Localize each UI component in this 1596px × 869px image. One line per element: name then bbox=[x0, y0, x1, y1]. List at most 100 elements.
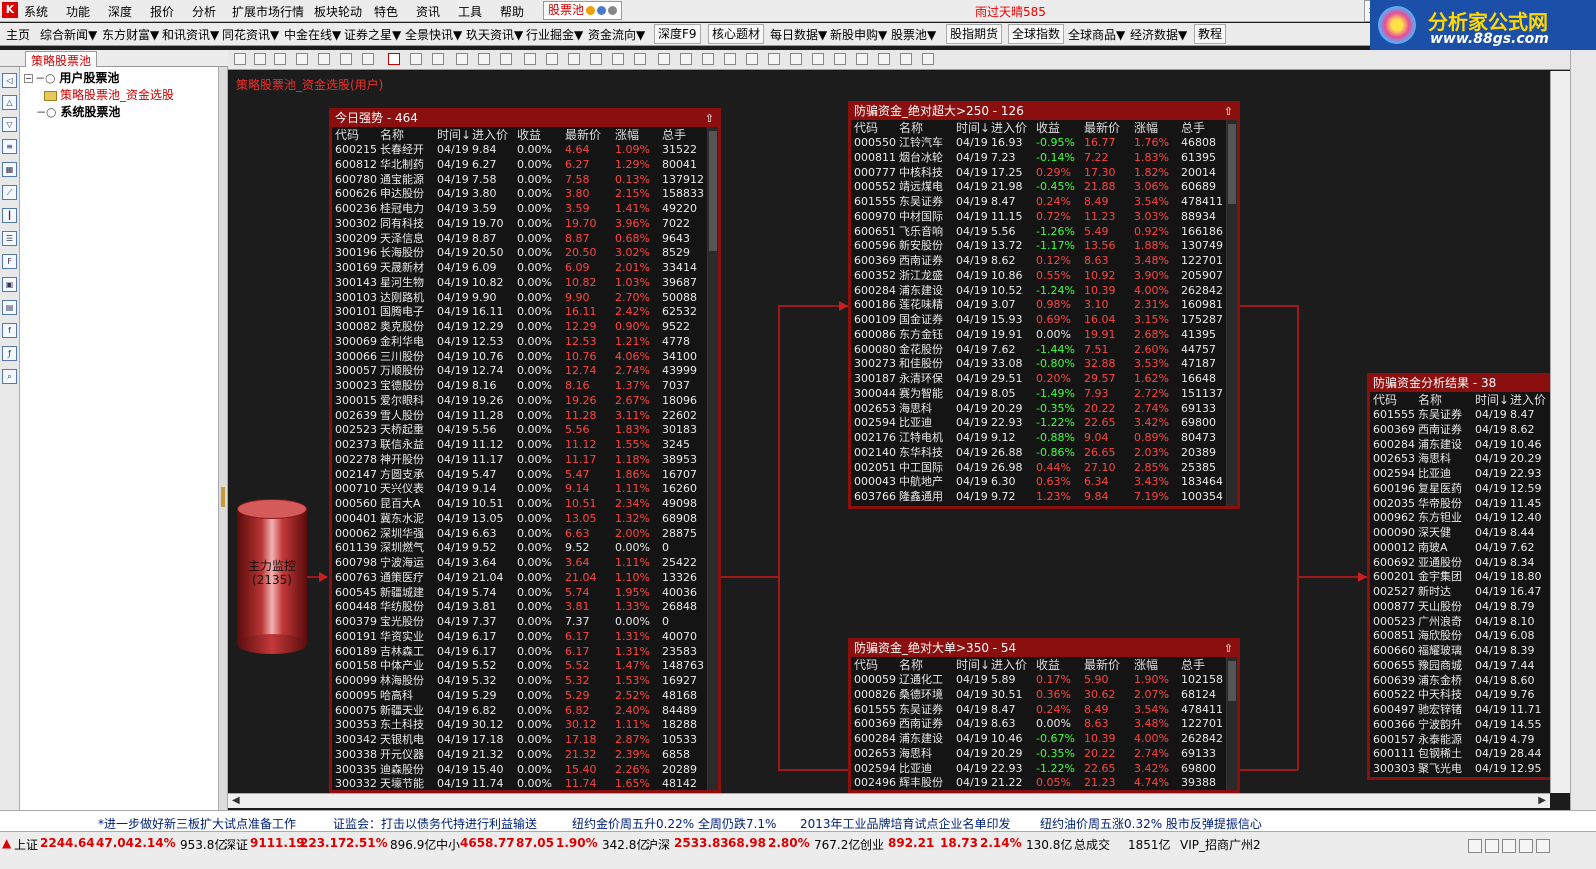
table-row[interactable]: 600086 东方金钰 04/19 19.91 0.00% 19.91 2.68% 41395 bbox=[851, 328, 1225, 343]
align-middle-icon[interactable] bbox=[812, 53, 824, 65]
table-row[interactable]: 300353 东土科技 04/19 30.12 0.00% 30.12 1.11% 18288 bbox=[332, 718, 706, 733]
vertical-scrollbar[interactable] bbox=[1226, 657, 1237, 790]
pause-icon[interactable] bbox=[340, 53, 352, 65]
table-row[interactable]: 002594 比亚迪 04/19 22.93 -1.22% 22.65 3.42% 69800 bbox=[851, 416, 1225, 431]
align-left-icon[interactable] bbox=[724, 53, 736, 65]
news-item[interactable]: 2013年工业品牌培育试点企业名单印发 bbox=[800, 815, 1011, 832]
table-row[interactable]: 600812 华北制药 04/19 6.27 0.00% 6.27 1.29% 80041 bbox=[332, 158, 706, 173]
alert-icon[interactable] bbox=[1502, 839, 1516, 853]
search-icon[interactable]: ⌕ bbox=[2, 369, 17, 384]
scroll-thumb[interactable] bbox=[1228, 661, 1236, 701]
table-row[interactable]: 600080 金花股份 04/19 7.62 -1.44% 7.51 2.60% 44757 bbox=[851, 343, 1225, 358]
align-bottom-icon[interactable] bbox=[834, 53, 846, 65]
table-row[interactable]: 002176 江特电机 04/19 9.12 -0.88% 9.04 0.89% 80473 bbox=[851, 431, 1225, 446]
table-row[interactable]: 601139 深圳燃气 04/19 9.52 0.00% 9.52 0.00% 0 bbox=[332, 541, 706, 556]
table-row[interactable]: 002278 神开股份 04/19 11.17 0.00% 11.17 1.18% 38953 bbox=[332, 453, 706, 468]
distribute-v-icon[interactable] bbox=[878, 53, 890, 65]
pointer-tool-icon[interactable] bbox=[388, 53, 400, 65]
panel-big-order[interactable]: 防骗资金_绝对大单>350 - 54 ⇧ 代码 名称 时间↓ 进入价 收益 最新价 涨幅 总手 … bbox=[848, 638, 1240, 793]
menu-extended-market[interactable]: 扩展市场行情 bbox=[232, 3, 304, 20]
network-icon[interactable] bbox=[1519, 839, 1533, 853]
print-icon[interactable] bbox=[680, 53, 692, 65]
curve-tool-icon[interactable] bbox=[634, 53, 646, 65]
tb-eastmoney[interactable]: 东方财富▼ bbox=[102, 26, 159, 43]
menu-sector-rotation[interactable]: 板块轮动 bbox=[314, 3, 362, 20]
news-item[interactable]: *进一步做好新三板扩大试点准备工作 bbox=[98, 815, 296, 832]
table-row[interactable]: 601555 东吴证券 04/19 8.47 bbox=[1370, 408, 1552, 423]
table-row[interactable]: 600095 哈高科 04/19 5.29 0.00% 5.29 2.52% 48168 bbox=[332, 689, 706, 704]
function-icon[interactable]: ƒ bbox=[2, 346, 17, 361]
ellipse-tool-icon[interactable] bbox=[590, 53, 602, 65]
table-row[interactable]: 300338 开元仪器 04/19 21.32 0.00% 21.32 2.39% 6858 bbox=[332, 748, 706, 763]
link-tool-icon[interactable] bbox=[478, 53, 490, 65]
table-row[interactable]: 600780 通宝能源 04/19 7.58 0.00% 7.58 0.13% 137912 bbox=[332, 173, 706, 188]
table-row[interactable]: 000062 深圳华强 04/19 6.63 0.00% 6.63 2.00% 28875 bbox=[332, 527, 706, 542]
table-row[interactable]: 300302 同有科技 04/19 19.70 0.00% 19.70 3.96% 7022 bbox=[332, 217, 706, 232]
table-row[interactable]: 300332 天壕节能 04/19 11.74 0.00% 11.74 1.65% 48142 bbox=[332, 777, 706, 790]
table-row[interactable]: 002035 华帝股份 04/19 11.45 bbox=[1370, 497, 1552, 512]
shape-tool-icon[interactable] bbox=[410, 53, 422, 65]
table-row[interactable]: 600369 西南证券 04/19 8.62 bbox=[1370, 423, 1552, 438]
table-row[interactable]: 600201 金宇集团 04/19 18.80 bbox=[1370, 570, 1552, 585]
table-row[interactable]: 300066 三川股份 04/19 10.76 0.00% 10.76 4.06% 34100 bbox=[332, 350, 706, 365]
table-row[interactable]: 600186 莲花味精 04/19 3.07 0.98% 3.10 2.31% 160981 bbox=[851, 298, 1225, 313]
col-header-time[interactable]: 时间↓ bbox=[956, 120, 991, 136]
col-header-entry-price[interactable]: 进入价 bbox=[991, 120, 1036, 136]
table-row[interactable]: 600626 申达股份 04/19 3.80 0.00% 3.80 2.15% 158833 bbox=[332, 187, 706, 202]
table-row[interactable]: 600369 西南证券 04/19 8.62 0.12% 8.63 3.48% 122701 bbox=[851, 254, 1225, 269]
table-row[interactable]: 000523 广州浪奇 04/19 8.10 bbox=[1370, 615, 1552, 630]
table-row[interactable]: 300169 天晟新材 04/19 6.09 0.00% 6.09 2.01% 33414 bbox=[332, 261, 706, 276]
tb-p5w[interactable]: 全景快讯▼ bbox=[405, 26, 462, 43]
vertical-scrollbar[interactable] bbox=[707, 127, 718, 790]
col-header-name[interactable]: 名称 bbox=[899, 120, 956, 136]
stop-icon[interactable] bbox=[362, 53, 374, 65]
cy-label[interactable]: 创业 bbox=[860, 836, 884, 853]
table-row[interactable]: 300303 聚飞光电 04/19 12.95 bbox=[1370, 762, 1552, 777]
col-header-name[interactable]: 名称 bbox=[380, 127, 437, 143]
collapse-icon[interactable]: − bbox=[24, 74, 33, 83]
table-row[interactable]: 000710 天兴仪表 04/19 9.14 0.00% 9.14 1.11% 16260 bbox=[332, 482, 706, 497]
tb-depth-f9[interactable]: 深度F9 bbox=[654, 24, 701, 44]
power-icon[interactable] bbox=[1536, 839, 1550, 853]
panel-today-strong[interactable]: 今日强势 - 464 ⇧ 代码 名称 时间↓ 进入价 收益 最新价 涨幅 总手 600215 长春… bbox=[329, 108, 721, 793]
scroll-left-icon[interactable]: ◀ bbox=[232, 795, 240, 806]
col-header-last-price[interactable]: 最新价 bbox=[1084, 657, 1134, 673]
tb-daily-data[interactable]: 每日数据▼ bbox=[770, 26, 827, 43]
splitter-grip[interactable] bbox=[221, 487, 225, 507]
table-row[interactable]: 002147 方圆支承 04/19 5.47 0.00% 5.47 1.86% 16707 bbox=[332, 468, 706, 483]
table-row[interactable]: 300187 永清环保 04/19 29.51 0.20% 29.57 1.62% 16648 bbox=[851, 372, 1225, 387]
table-row[interactable]: 002373 联信永益 04/19 11.12 0.00% 11.12 1.55% 3245 bbox=[332, 438, 706, 453]
up-arrow-icon[interactable]: △ bbox=[2, 95, 17, 110]
tb-tutorial[interactable]: 教程 bbox=[1194, 24, 1227, 44]
col-header-name[interactable]: 名称 bbox=[899, 657, 956, 673]
tree-node-strategy-pool[interactable]: 策略股票池_资金选股 bbox=[44, 86, 174, 103]
col-header-code[interactable]: 代码 bbox=[854, 657, 899, 673]
table-row[interactable]: 300273 和佳股份 04/19 33.08 -0.80% 32.88 3.53% 4718… bbox=[851, 357, 1225, 372]
sidebar-tab-strategy-pool[interactable]: 策略股票池 bbox=[25, 51, 98, 68]
col-header-code[interactable]: 代码 bbox=[854, 120, 899, 136]
zoom-icon[interactable] bbox=[922, 53, 934, 65]
table-row[interactable]: 000962 东方钽业 04/19 12.40 bbox=[1370, 511, 1552, 526]
collapse-up-icon[interactable]: ⇧ bbox=[1224, 641, 1233, 656]
tb-global-index[interactable]: 全球指数 bbox=[1008, 24, 1065, 44]
calendar-icon[interactable]: ▣ bbox=[2, 277, 17, 292]
tb-industry[interactable]: 行业掘金▼ bbox=[526, 26, 583, 43]
table-row[interactable]: 600970 中材国际 04/19 11.15 0.72% 11.23 3.03% 88934 bbox=[851, 210, 1225, 225]
tb-cnfol[interactable]: 中金在线▼ bbox=[284, 26, 341, 43]
line-chart-icon[interactable]: ⟋ bbox=[2, 185, 17, 200]
table-row[interactable]: 600352 浙江龙盛 04/19 10.86 0.55% 10.92 3.90% 20590… bbox=[851, 269, 1225, 284]
tb-stock-pool[interactable]: 股票池▼ bbox=[891, 26, 936, 43]
col-header-change[interactable]: 涨幅 bbox=[1134, 120, 1181, 136]
menu-analysis[interactable]: 分析 bbox=[192, 3, 216, 20]
table-row[interactable]: 002653 海思科 04/19 20.29 -0.35% 20.22 2.74% 69133 bbox=[851, 747, 1225, 762]
col-header-code[interactable]: 代码 bbox=[1373, 392, 1418, 408]
table-row[interactable]: 600284 浦东建设 04/19 10.52 -1.24% 10.39 4.00% 2628… bbox=[851, 284, 1225, 299]
tree-node-system-pool[interactable]: −○ 系统股票池 bbox=[36, 103, 120, 120]
table-row[interactable]: 600497 驰宏锌锗 04/19 11.71 bbox=[1370, 703, 1552, 718]
col-header-profit[interactable]: 收益 bbox=[1036, 120, 1084, 136]
table-row[interactable]: 600545 新疆城建 04/19 5.74 0.00% 5.74 1.95% 40036 bbox=[332, 586, 706, 601]
table-row[interactable]: 000043 中航地产 04/19 6.30 0.63% 6.34 3.43% 183464 bbox=[851, 475, 1225, 490]
align-top-icon[interactable] bbox=[790, 53, 802, 65]
table-row[interactable]: 600379 宝光股份 04/19 7.37 0.00% 7.37 0.00% 0 bbox=[332, 615, 706, 630]
report-icon[interactable]: ≡ bbox=[2, 139, 17, 154]
